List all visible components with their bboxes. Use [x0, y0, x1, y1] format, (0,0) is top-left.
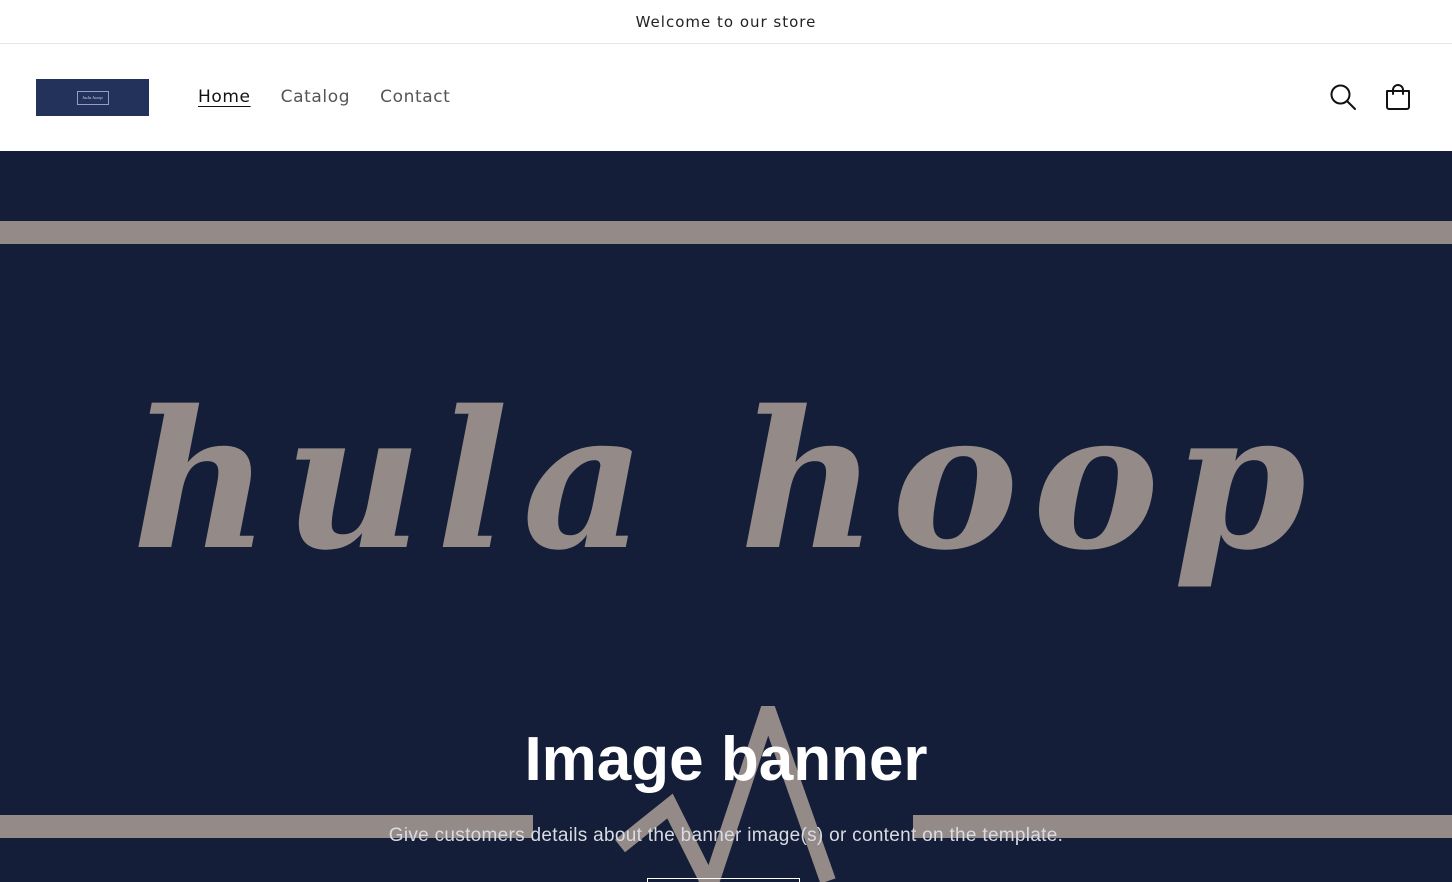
nav-item-contact[interactable]: Contact	[380, 84, 450, 110]
nav-item-catalog[interactable]: Catalog	[281, 84, 351, 110]
announcement-bar: Welcome to our store	[0, 0, 1452, 44]
main-nav: Home Catalog Contact	[198, 84, 450, 110]
banner-brand-text: hula hoop	[131, 369, 1321, 592]
search-button[interactable]	[1326, 80, 1360, 114]
banner-stripe-top	[0, 221, 1452, 244]
cart-button[interactable]	[1381, 80, 1415, 114]
announcement-text: Welcome to our store	[635, 12, 817, 31]
logo-text: hula hoop	[82, 95, 103, 100]
search-icon	[1330, 84, 1356, 110]
nav-item-home[interactable]: Home	[198, 84, 251, 110]
image-banner: hula hoop Image banner Give customers de…	[0, 151, 1452, 882]
cart-icon	[1386, 84, 1410, 110]
store-logo[interactable]: hula hoop	[36, 79, 149, 116]
banner-button[interactable]	[647, 878, 800, 882]
banner-description: Give customers details about the banner …	[388, 825, 1064, 846]
site-header: hula hoop Home Catalog Contact	[0, 44, 1452, 151]
logo-mark: hula hoop	[76, 90, 109, 105]
banner-title: Image banner	[524, 725, 928, 794]
